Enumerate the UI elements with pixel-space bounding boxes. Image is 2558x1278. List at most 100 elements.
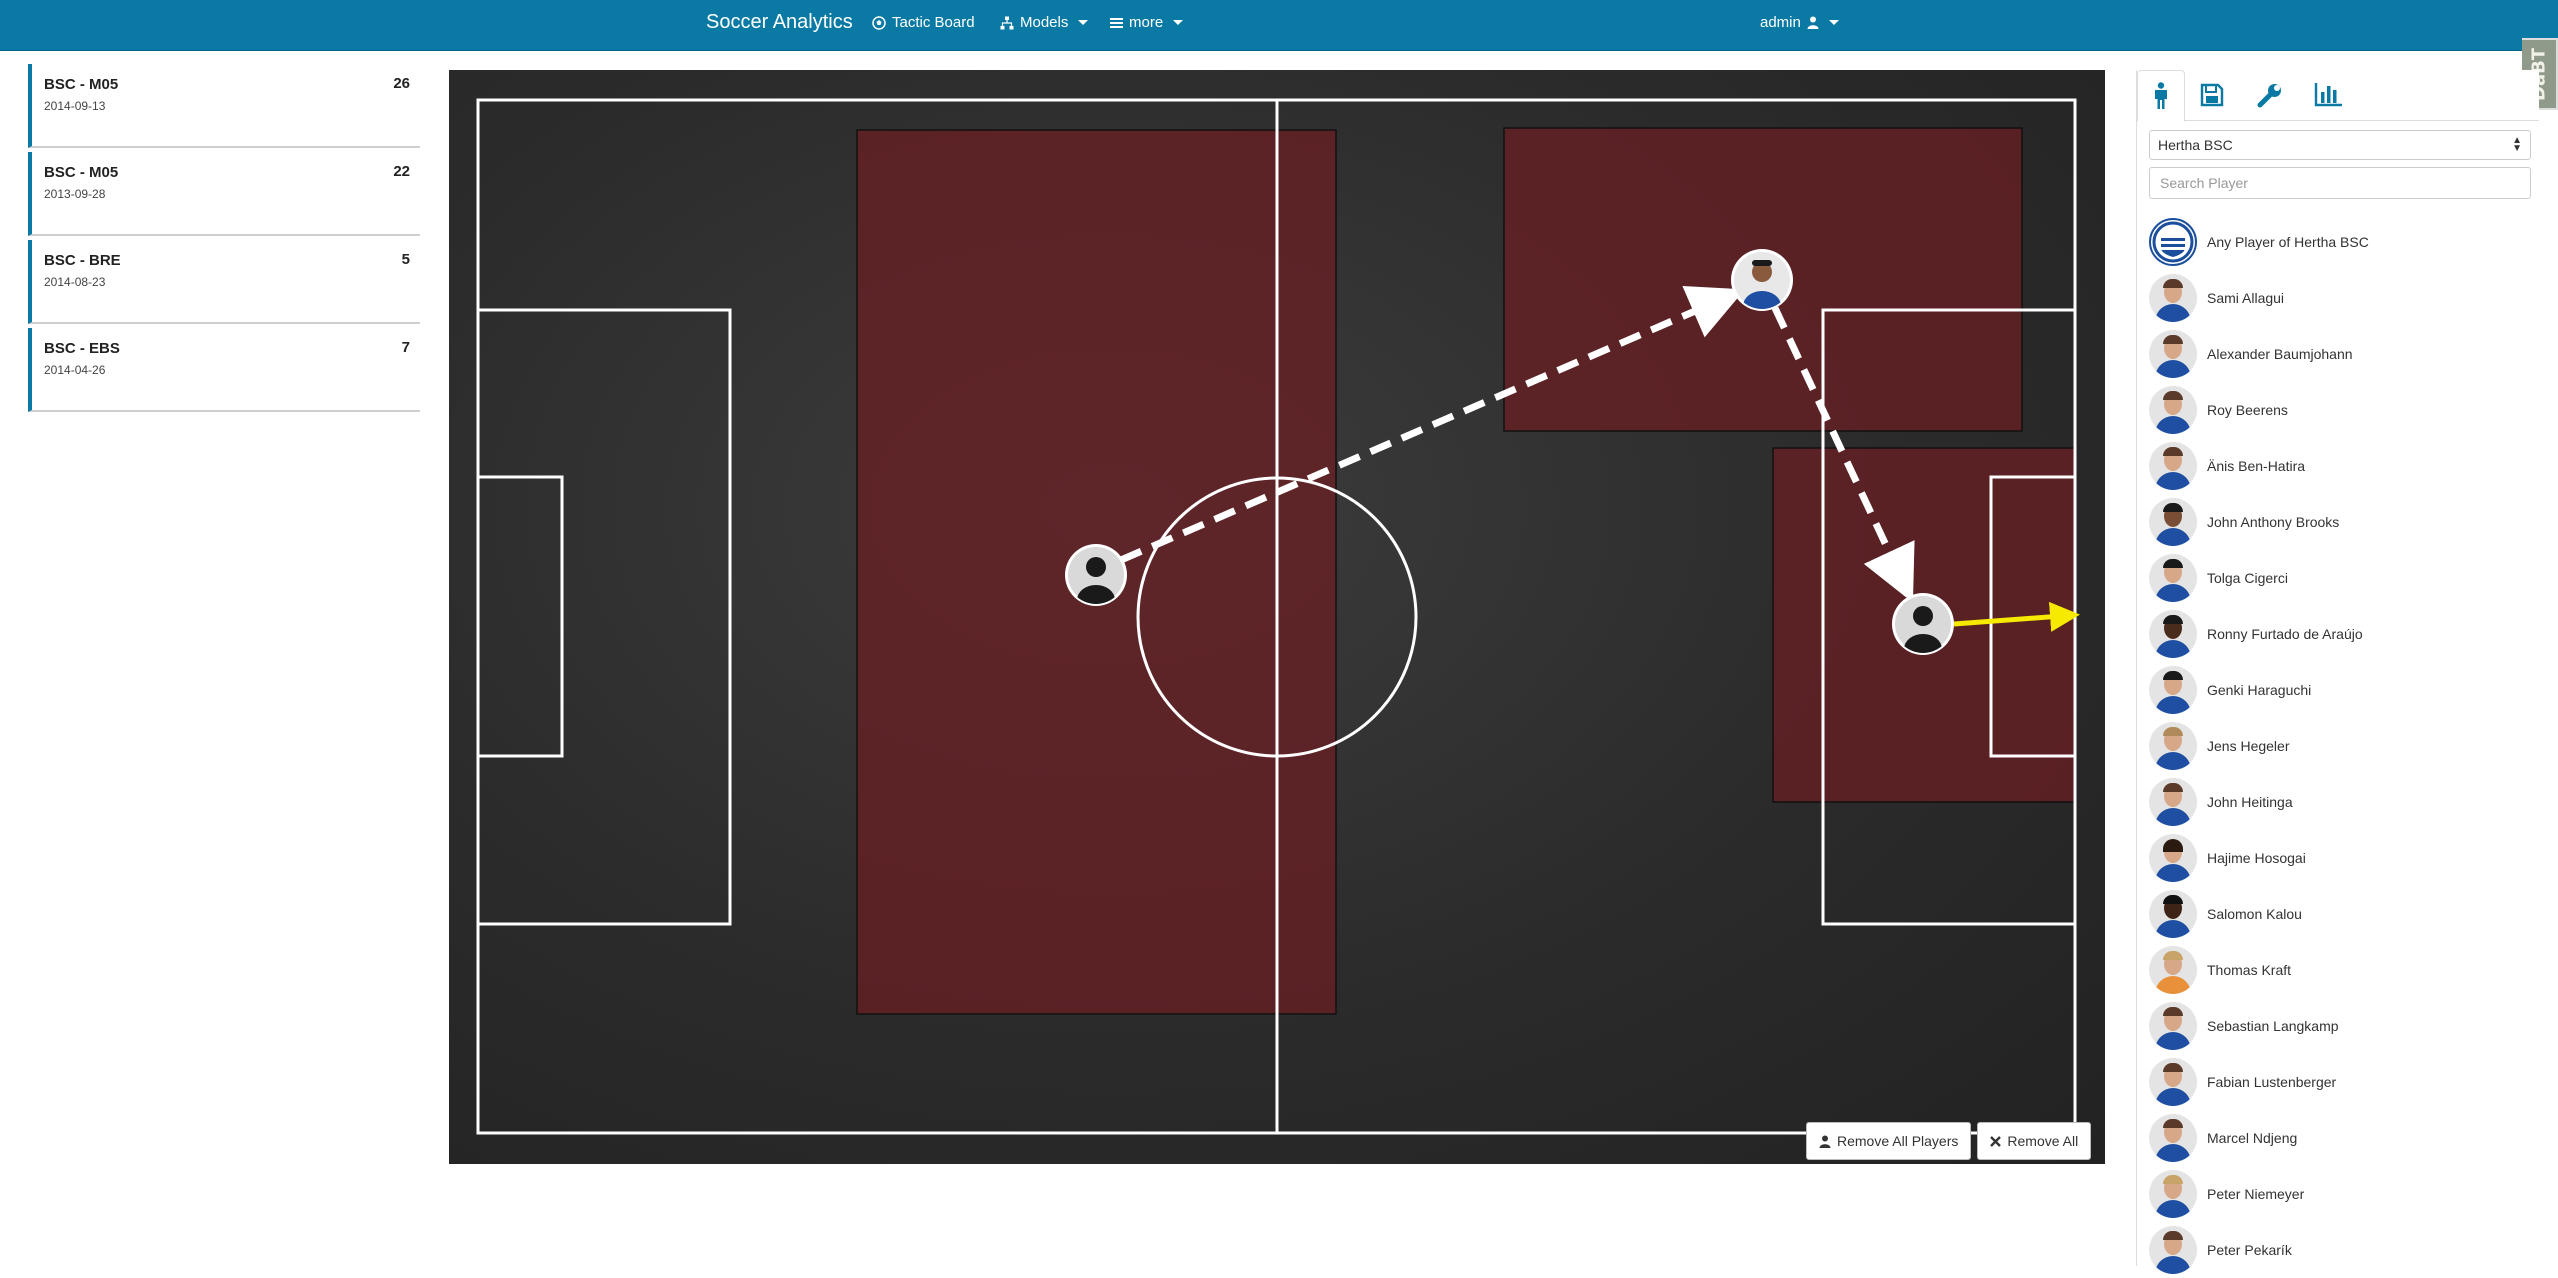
avatar (2149, 666, 2197, 714)
close-icon (1990, 1135, 2002, 1147)
player-item[interactable]: Alexander Baumjohann (2149, 326, 2531, 382)
avatar (2149, 386, 2197, 434)
player-item[interactable]: Marcel Ndjeng (2149, 1110, 2531, 1166)
player-name: Peter Niemeyer (2207, 1186, 2305, 1202)
player-item[interactable]: Sebastian Langkamp (2149, 998, 2531, 1054)
avatar (2149, 442, 2197, 490)
nav-models-label: Models (1020, 14, 1069, 31)
avatar (2149, 890, 2197, 938)
tab-statistics[interactable] (2305, 70, 2351, 120)
player-name: Jens Hegeler (2207, 738, 2290, 754)
player-item[interactable]: Hajime Hosogai (2149, 830, 2531, 886)
wrench-icon (2257, 84, 2281, 108)
player-name: Peter Pekarík (2207, 1242, 2292, 1258)
player-name: Änis Ben-Hatira (2207, 458, 2306, 474)
chevron-down-icon (1173, 20, 1184, 25)
player-item[interactable]: John Heitinga (2149, 774, 2531, 830)
avatar (2149, 722, 2197, 770)
remove-all-players-label: Remove All Players (1837, 1133, 1959, 1149)
avatar (2149, 1226, 2197, 1274)
avatar (2149, 834, 2197, 882)
player-name: Any Player of Hertha BSC (2207, 234, 2369, 250)
nav-models[interactable]: Models (1000, 14, 1089, 31)
player-icon (2155, 82, 2167, 109)
avatar (2149, 778, 2197, 826)
match-date: 2013-09-28 (44, 187, 106, 201)
match-list: BSC - M05 2014-09-13 26 BSC - M05 2013-0… (28, 64, 420, 416)
match-card[interactable]: BSC - M05 2013-09-28 22 (28, 152, 420, 236)
nav-user[interactable]: admin (1760, 14, 1839, 31)
match-date: 2014-04-26 (44, 363, 106, 377)
match-card[interactable]: BSC - M05 2014-09-13 26 (28, 64, 420, 148)
player-item[interactable]: Sami Allagui (2149, 270, 2531, 326)
tab-tools[interactable] (2247, 70, 2293, 120)
match-title: BSC - BRE (44, 252, 121, 269)
tab-players[interactable] (2137, 70, 2185, 122)
search-player-input[interactable] (2149, 167, 2531, 199)
player-name: Genki Haraguchi (2207, 682, 2312, 698)
player-item-any[interactable]: Any Player of Hertha BSC (2149, 214, 2531, 270)
player-item[interactable]: Genki Haraguchi (2149, 662, 2531, 718)
avatar (2149, 610, 2197, 658)
player-name: Roy Beerens (2207, 402, 2288, 418)
player-item[interactable]: Peter Pekarík (2149, 1222, 2531, 1278)
match-count: 7 (401, 339, 410, 356)
nav-user-label: admin (1760, 14, 1801, 31)
player-list: Any Player of Hertha BSC Sami Allagui Al… (2149, 214, 2531, 1278)
team-select-value: Hertha BSC (2158, 137, 2233, 153)
menu-lines-icon (1110, 17, 1123, 28)
player-name: Sami Allagui (2207, 290, 2285, 306)
select-arrows-icon: ▲ ▼ (2512, 135, 2522, 154)
bar-chart-icon (2314, 83, 2342, 107)
player-name: Marcel Ndjeng (2207, 1130, 2298, 1146)
user-icon (1807, 16, 1819, 29)
avatar (2149, 498, 2197, 546)
match-count: 5 (401, 251, 410, 268)
pitch-actions: Remove All Players Remove All (1806, 1122, 2092, 1160)
match-count: 22 (393, 163, 410, 180)
player-name: Ronny Furtado de Araújo (2207, 626, 2363, 642)
team-select[interactable]: Hertha BSC ▲ ▼ (2149, 130, 2531, 160)
match-card[interactable]: BSC - BRE 2014-08-23 5 (28, 240, 420, 324)
player-item[interactable]: Tolga Cigerci (2149, 550, 2531, 606)
player-item[interactable]: Ronny Furtado de Araújo (2149, 606, 2531, 662)
match-count: 26 (393, 75, 410, 92)
tactic-board-pitch[interactable] (449, 70, 2105, 1164)
avatar (2149, 274, 2197, 322)
player-item[interactable]: Roy Beerens (2149, 382, 2531, 438)
player-item[interactable]: Jens Hegeler (2149, 718, 2531, 774)
player-item[interactable]: John Anthony Brooks (2149, 494, 2531, 550)
player-item[interactable]: Fabian Lustenberger (2149, 1054, 2531, 1110)
match-card[interactable]: BSC - EBS 2014-04-26 7 (28, 328, 420, 412)
soccer-ball-icon (872, 15, 886, 30)
match-title: BSC - M05 (44, 76, 119, 93)
sitemap-icon (1000, 16, 1014, 29)
player-name: John Anthony Brooks (2207, 514, 2340, 530)
avatar (2149, 1002, 2197, 1050)
avatar (2149, 946, 2197, 994)
player-name: Tolga Cigerci (2207, 570, 2288, 586)
avatar (2149, 330, 2197, 378)
avatar (2149, 554, 2197, 602)
app-brand[interactable]: Soccer Analytics (706, 11, 853, 34)
tab-save[interactable] (2189, 70, 2235, 120)
user-icon (1819, 1135, 1831, 1148)
nav-tactic-board[interactable]: Tactic Board (872, 14, 975, 31)
player-item[interactable]: Änis Ben-Hatira (2149, 438, 2531, 494)
top-navbar: Soccer Analytics Tactic Board Models mor… (0, 0, 2558, 51)
player-item[interactable]: Thomas Kraft (2149, 942, 2531, 998)
player-item[interactable]: Salomon Kalou (2149, 886, 2531, 942)
remove-all-button[interactable]: Remove All (1977, 1122, 2092, 1160)
player-name: Sebastian Langkamp (2207, 1018, 2339, 1034)
chevron-down-icon (1078, 20, 1089, 25)
pitch-canvas[interactable] (449, 70, 2105, 1164)
chevron-down-icon (1828, 20, 1839, 25)
avatar (2149, 1058, 2197, 1106)
nav-more-label: more (1129, 14, 1164, 31)
nav-more[interactable]: more (1110, 14, 1184, 31)
player-item[interactable]: Peter Niemeyer (2149, 1166, 2531, 1222)
match-date: 2014-08-23 (44, 275, 106, 289)
match-title: BSC - EBS (44, 340, 120, 357)
remove-all-players-button[interactable]: Remove All Players (1806, 1122, 1972, 1160)
avatar (2149, 1170, 2197, 1218)
